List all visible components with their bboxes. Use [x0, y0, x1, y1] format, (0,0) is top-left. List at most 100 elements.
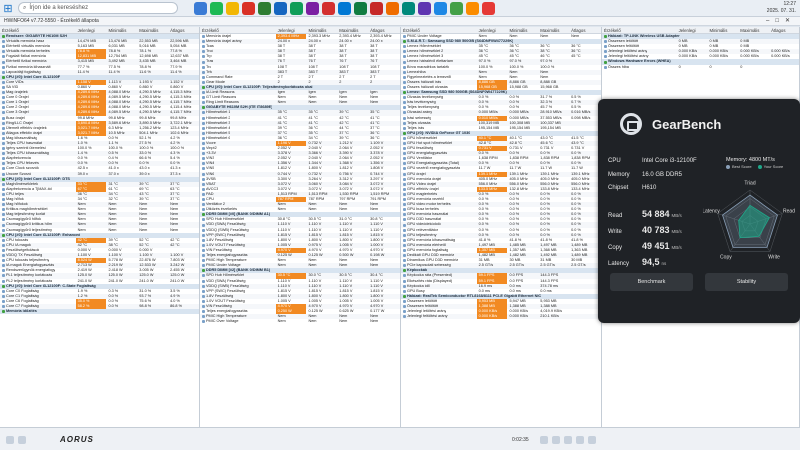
sensor-icon [2, 294, 5, 298]
sensor-icon [403, 152, 406, 156]
memory-value: 16.0 GB DDR5 [642, 171, 683, 178]
sensor-icon [2, 228, 5, 232]
sensor-column-3[interactable]: Érzékelő Jelenlegi Minimális Maximális Átlag… [401, 27, 602, 427]
network-icon[interactable] [540, 436, 548, 444]
sensor-group-row[interactable]: Memória időzítés [0, 309, 199, 315]
taskbar-app-icon[interactable] [386, 1, 399, 15]
benchmark-button[interactable]: Benchmark [610, 273, 693, 291]
nav-right-button[interactable] [18, 436, 26, 444]
sensor-column-2[interactable]: Érzékelő Jelenlegi Minimális Maximális Átlag… [200, 27, 401, 427]
write-value: 40 783 [642, 225, 670, 235]
sensor-icon [202, 264, 205, 268]
taskbar-app-icon[interactable] [450, 1, 463, 15]
windows-start-icon[interactable]: ⊞ [0, 0, 16, 16]
min-value: 0.000 KB/s [509, 314, 529, 319]
taskbar-search-box[interactable]: ⌕ Írjon ide a kereséshez [18, 2, 178, 14]
close-sensors-icon[interactable] [588, 436, 596, 444]
settings-icon[interactable] [576, 436, 584, 444]
header-current[interactable]: Jelenlegi [477, 27, 508, 33]
sensor-label: Összes hiba [608, 64, 629, 69]
header-max[interactable]: Maximális [538, 27, 569, 33]
header-sensor[interactable]: Érzékelő [0, 27, 76, 33]
taskbar-app-icon[interactable] [274, 1, 287, 15]
sensor-icon [202, 70, 205, 74]
sensor-icon [2, 142, 5, 146]
window-controls[interactable]: –□✕ [766, 17, 796, 24]
sensor-group-icon [2, 35, 5, 39]
header-sensor[interactable]: Érzékelő [602, 27, 677, 33]
taskbar-app-icon[interactable] [466, 1, 479, 15]
stability-button[interactable]: Stability [705, 273, 788, 291]
taskbar-app-icon[interactable] [242, 1, 255, 15]
copy-unit: MB/s [671, 245, 682, 250]
header-current[interactable]: Jelenlegi [76, 27, 107, 33]
header-current[interactable]: Jelenlegi [276, 27, 307, 33]
nav-left-button[interactable] [6, 436, 14, 444]
windows-taskbar: ⊞ ⌕ Írjon ide a kereséshez 12:27 2025. 0… [0, 0, 800, 17]
sensor-icon [202, 65, 205, 69]
header-avg[interactable]: Átlagos [368, 27, 400, 33]
sensor-icon [202, 182, 205, 186]
header-avg[interactable]: Átlagos [168, 27, 199, 33]
header-max[interactable]: Maximális [738, 27, 769, 33]
sensor-icon [2, 55, 5, 59]
header-current[interactable]: Jelenlegi [677, 27, 708, 33]
taskbar-app-icon[interactable] [402, 1, 415, 15]
sensor-icon [202, 91, 205, 95]
taskbar-app-icon[interactable] [290, 1, 303, 15]
aorus-logo: AORUS [60, 435, 94, 444]
sensor-icon [202, 75, 205, 79]
sensor-row[interactable]: Jelenlegi feltöltési arány 0.000 KB/s 0.00… [401, 314, 601, 320]
taskbar-app-icon[interactable] [418, 1, 431, 15]
header-avg[interactable]: Átlagos [569, 27, 601, 33]
header-min[interactable]: Minimális [106, 27, 137, 33]
sensor-row[interactable]: Összes hiba 0 0 0 [602, 65, 799, 70]
taskbar-app-icon[interactable] [322, 1, 335, 15]
sensor-icon [202, 157, 205, 161]
sensor-icon [403, 274, 406, 278]
taskbar-app-icon[interactable] [194, 1, 207, 15]
taskbar-app-icon[interactable] [226, 1, 239, 15]
sensor-icon [403, 198, 406, 202]
report-icon[interactable] [564, 436, 572, 444]
max-value: 210.1 KB/s [540, 314, 559, 319]
header-sensor[interactable]: Érzékelő [401, 27, 477, 33]
taskbar-app-icon[interactable] [354, 1, 367, 15]
header-min[interactable]: Minimális [707, 27, 738, 33]
taskbar-app-icon[interactable] [434, 1, 447, 15]
sensor-icon [202, 228, 205, 232]
taskbar-app-icon[interactable] [258, 1, 271, 15]
header-avg[interactable]: Átlagos [769, 27, 799, 33]
taskbar-app-icon[interactable] [338, 1, 351, 15]
sensor-icon [403, 259, 406, 263]
gearbench-header: GearBench [598, 99, 800, 149]
sensor-group-icon [604, 35, 607, 39]
sensor-group-icon [403, 294, 406, 298]
header-sensor[interactable]: Érzékelő [200, 27, 276, 33]
sensor-icon [2, 279, 5, 283]
sensor-icon [403, 172, 406, 176]
cpu-value: Intel Core i3-12100F [642, 158, 697, 164]
sensor-icon [202, 284, 205, 288]
sensor-icon [403, 75, 406, 79]
sensor-row[interactable]: PMIC Over Voltage Nem Nem Nem Nem [200, 319, 400, 324]
sensor-icon [403, 182, 406, 186]
taskbar-app-icon[interactable] [306, 1, 319, 15]
sensor-icon [202, 152, 205, 156]
sensor-icon [2, 80, 5, 84]
sensor-icon [2, 167, 5, 171]
header-max[interactable]: Maximális [137, 27, 168, 33]
system-tray-clock[interactable]: 12:27 2025. 07. 31. [767, 1, 796, 14]
sensor-icon [2, 213, 5, 217]
copy-label: Copy [608, 245, 623, 251]
header-min[interactable]: Minimális [507, 27, 538, 33]
header-max[interactable]: Maximális [337, 27, 368, 33]
taskbar-app-icon[interactable] [482, 1, 495, 15]
sensor-column-1[interactable]: Érzékelő Jelenlegi Minimális Maximális Átlag… [0, 27, 200, 427]
sensor-icon [403, 228, 406, 232]
taskbar-app-icon[interactable] [210, 1, 223, 15]
sensor-icon [202, 177, 205, 181]
clock-icon[interactable] [552, 436, 560, 444]
taskbar-app-icon[interactable] [370, 1, 383, 15]
header-min[interactable]: Minimális [306, 27, 337, 33]
